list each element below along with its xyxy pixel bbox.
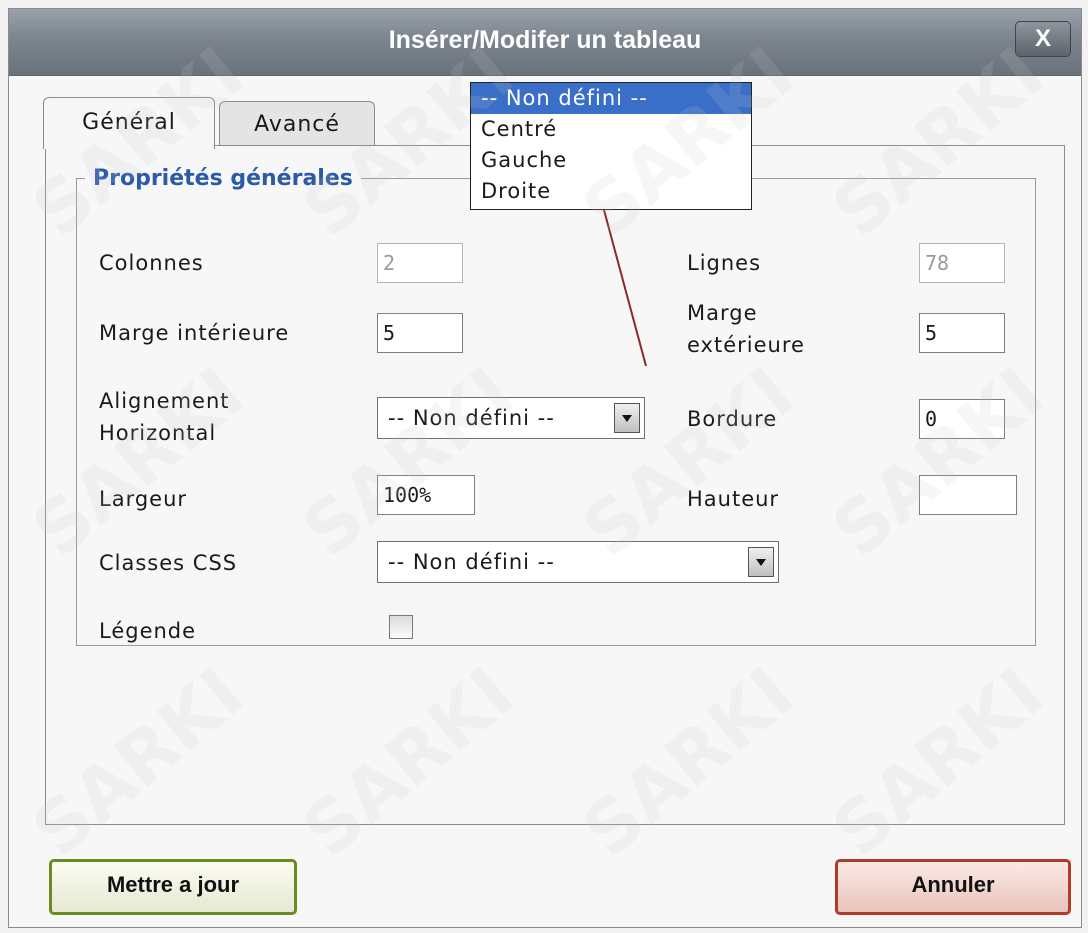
alignment-dropdown-list[interactable]: -- Non défini -- Centré Gauche Droite [470,82,752,210]
dropdown-option-non-defini[interactable]: -- Non défini -- [471,83,751,114]
dropdown-option-gauche[interactable]: Gauche [471,145,751,176]
dropdown-option-centre[interactable]: Centré [471,114,751,145]
dropdown-option-droite[interactable]: Droite [471,176,751,207]
connector-line [603,209,647,367]
